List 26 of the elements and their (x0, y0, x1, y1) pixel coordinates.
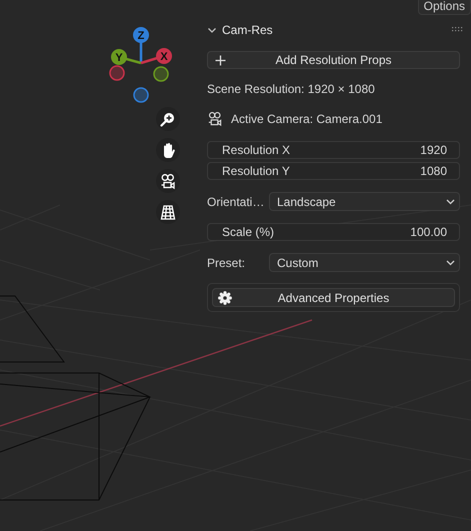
dropdown-label: Preset: (207, 256, 246, 270)
options-button[interactable]: Options (418, 0, 471, 15)
zoom-icon[interactable] (160, 110, 176, 128)
chevron-icon[interactable] (207, 25, 217, 35)
dropdown[interactable]: Custom (269, 253, 460, 272)
grid-icon[interactable] (160, 204, 176, 220)
axis-handle[interactable]: Z (133, 27, 149, 43)
axis-handle[interactable] (109, 65, 125, 81)
dropdown-label: Orientati… (207, 194, 266, 208)
chevron-down-icon (446, 260, 455, 266)
panel-title: Cam-Res (222, 23, 273, 37)
camera-icon[interactable] (160, 172, 176, 190)
settings-icon (218, 290, 232, 304)
drag-handle-icon[interactable] (452, 27, 463, 33)
camera-icon (207, 111, 223, 127)
active-camera-info: Active Camera: Camera.001 (231, 112, 382, 126)
axis-handle[interactable]: X (156, 48, 172, 64)
resolution-info: Scene Resolution: 1920 × 1080 (207, 82, 375, 96)
plus-icon (215, 54, 226, 66)
chevron-down-icon (446, 198, 455, 204)
add-resolution-button[interactable]: Add Resolution Props (207, 51, 460, 69)
axis-handle[interactable] (133, 87, 149, 103)
advanced-properties-button[interactable]: Advanced Properties (212, 288, 455, 307)
axis-handle[interactable]: Y (111, 49, 127, 65)
axis-handle[interactable] (153, 66, 169, 82)
dropdown[interactable]: Landscape (269, 192, 460, 211)
